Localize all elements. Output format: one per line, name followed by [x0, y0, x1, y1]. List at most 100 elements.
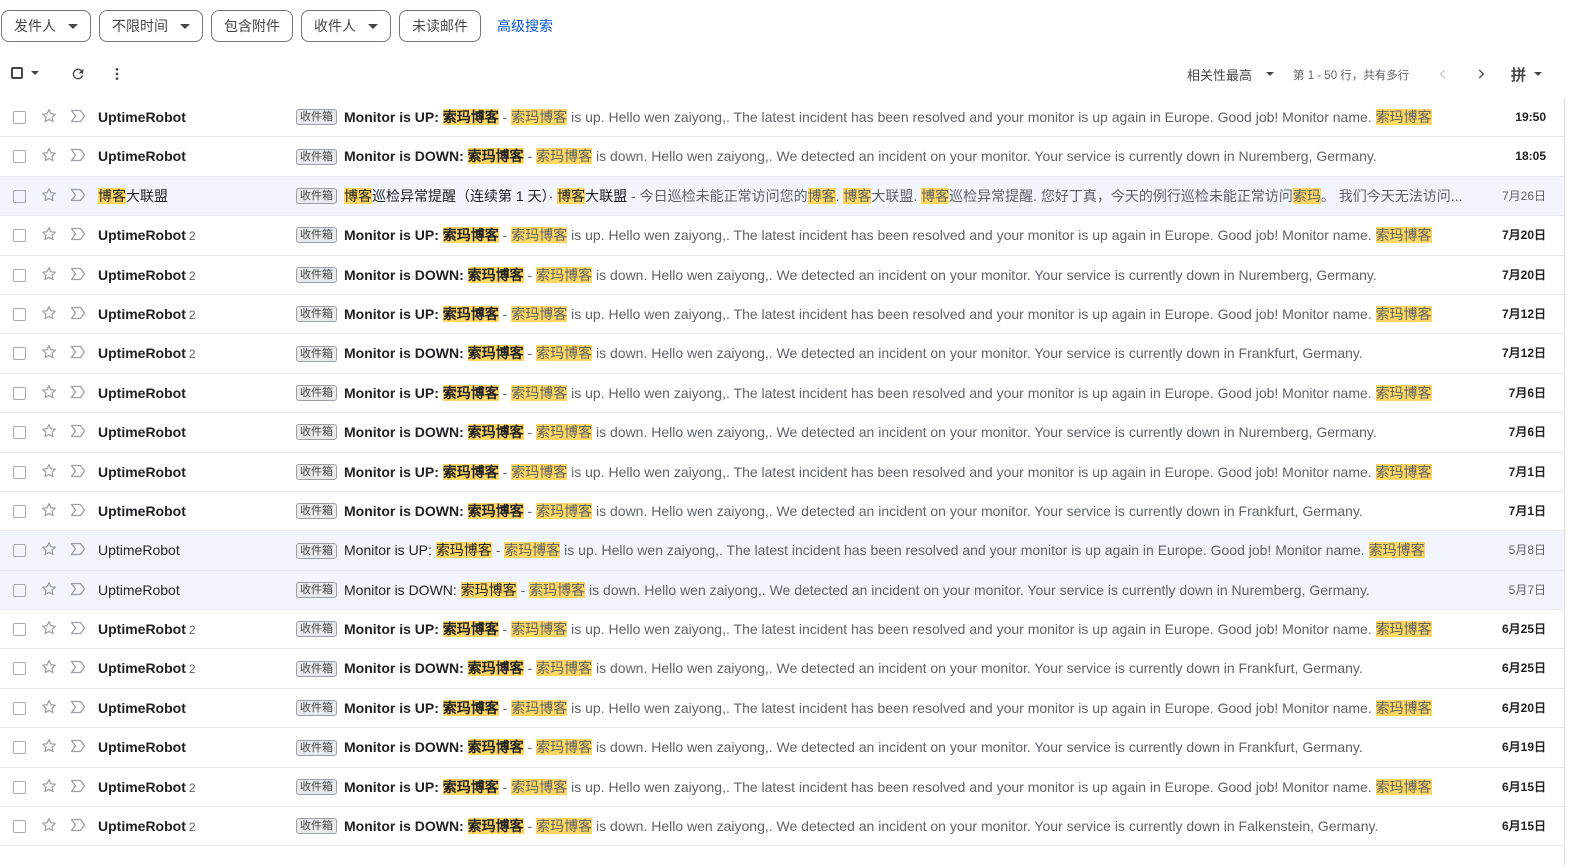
star-icon[interactable] — [40, 658, 58, 676]
email-date: 7月1日 — [1508, 464, 1546, 479]
importance-marker-icon[interactable] — [70, 621, 86, 635]
email-row[interactable]: UptimeRobot 收件箱 Monitor is DOWN: 索玛博客 - 索玛… — [0, 137, 1564, 177]
star-icon[interactable] — [40, 383, 58, 401]
input-tools-dropdown[interactable]: 拼 — [1511, 64, 1543, 84]
importance-marker-icon[interactable] — [70, 227, 86, 241]
row-checkbox[interactable] — [13, 741, 26, 755]
row-checkbox[interactable] — [13, 701, 26, 715]
email-row[interactable]: UptimeRobot 2 收件箱 Monitor is DOWN: 索玛博客 - 索… — [0, 255, 1564, 295]
email-row[interactable]: UptimeRobot 收件箱 Monitor is UP: 索玛博客 - 索玛博客… — [0, 531, 1564, 571]
star-icon[interactable] — [40, 619, 58, 637]
row-checkbox[interactable] — [13, 268, 26, 282]
row-checkbox[interactable] — [13, 307, 26, 321]
row-checkbox[interactable] — [13, 820, 26, 834]
filter-recipient-chip[interactable]: 收件人 — [301, 10, 391, 42]
star-icon[interactable] — [40, 501, 58, 519]
row-checkbox[interactable] — [13, 426, 26, 440]
importance-marker-icon[interactable] — [70, 582, 86, 596]
refresh-button[interactable] — [69, 65, 87, 83]
prev-page-button[interactable] — [1434, 65, 1452, 83]
filter-attachment-chip[interactable]: 包含附件 — [211, 10, 293, 42]
row-checkbox[interactable] — [13, 504, 26, 518]
star-icon[interactable] — [40, 816, 58, 834]
email-row[interactable]: UptimeRobot 2 收件箱 Monitor is UP: 索玛博客 - 索玛博… — [0, 767, 1564, 808]
row-checkbox[interactable] — [13, 347, 26, 361]
star-icon[interactable] — [40, 777, 58, 795]
email-row[interactable]: 博客大联盟 收件箱 博客巡检异常提醒（连续第 1 天）· 博客大联盟 - 今日巡检未… — [0, 176, 1564, 217]
row-checkbox[interactable] — [13, 544, 26, 558]
advanced-search-link[interactable]: 高级搜索 — [497, 16, 553, 36]
importance-marker-icon[interactable] — [70, 660, 86, 674]
importance-marker-icon[interactable] — [70, 385, 86, 399]
star-icon[interactable] — [40, 737, 58, 755]
star-icon[interactable] — [40, 146, 58, 164]
importance-marker-icon[interactable] — [70, 464, 86, 478]
email-snippet: - 索玛博客 is down. Hello wen zaiyong,. We d… — [523, 502, 1363, 519]
importance-marker-icon[interactable] — [70, 818, 86, 832]
row-checkbox[interactable] — [13, 150, 26, 164]
sort-dropdown[interactable]: 相关性最高 — [1187, 65, 1275, 83]
email-row[interactable]: UptimeRobot 收件箱 Monitor is UP: 索玛博客 - 索玛博客… — [0, 98, 1564, 138]
email-row[interactable]: UptimeRobot 收件箱 Monitor is DOWN: 索玛博客 - 索玛… — [0, 413, 1564, 453]
importance-marker-icon[interactable] — [70, 267, 86, 281]
email-content: 收件箱 Monitor is UP: 索玛博客 - 索玛博客 is up. Hel… — [296, 453, 1476, 492]
star-icon[interactable] — [40, 540, 58, 558]
email-row[interactable]: UptimeRobot 收件箱 Monitor is DOWN: 索玛博客 - 索玛… — [0, 491, 1564, 532]
row-checkbox[interactable] — [13, 229, 26, 243]
inbox-label-badge: 收件箱 — [296, 503, 337, 520]
email-row[interactable]: UptimeRobot 2 收件箱 Monitor is UP: 索玛博客 - 索玛博… — [0, 610, 1564, 650]
email-row[interactable]: UptimeRobot 收件箱 Monitor is UP: 索玛博客 - 索玛博客… — [0, 373, 1564, 414]
star-icon[interactable] — [40, 186, 58, 204]
row-checkbox[interactable] — [13, 386, 26, 400]
email-row[interactable]: UptimeRobot 收件箱 Monitor is DOWN: 索玛博客 - 索玛… — [0, 570, 1564, 611]
star-icon[interactable] — [40, 265, 58, 283]
email-row[interactable]: UptimeRobot 收件箱 Monitor is UP: 索玛博客 - 索玛博客… — [0, 452, 1564, 492]
row-checkbox[interactable] — [13, 465, 26, 479]
email-row[interactable]: UptimeRobot 2 收件箱 Monitor is UP: 索玛博客 - 索玛博… — [0, 216, 1564, 256]
email-row[interactable]: UptimeRobot 2 收件箱 Monitor is UP: 索玛博客 - 索玛博… — [0, 294, 1564, 335]
search-highlight: 索玛博客 — [511, 778, 568, 795]
email-row[interactable]: UptimeRobot 2 收件箱 Monitor is DOWN: 索玛博客 - 索… — [0, 334, 1564, 374]
row-checkbox[interactable] — [13, 111, 26, 124]
filter-time-chip[interactable]: 不限时间 — [99, 10, 203, 42]
importance-marker-icon[interactable] — [70, 739, 86, 753]
importance-marker-icon[interactable] — [70, 503, 86, 517]
row-checkbox[interactable] — [13, 662, 26, 676]
next-page-button[interactable] — [1472, 65, 1490, 83]
row-checkbox[interactable] — [13, 189, 26, 203]
search-highlight: 博客 — [557, 187, 586, 204]
star-icon[interactable] — [40, 107, 58, 125]
row-checkbox[interactable] — [13, 623, 26, 637]
scrollbar[interactable] — [1564, 98, 1590, 867]
star-icon[interactable] — [40, 304, 58, 322]
inbox-label-badge: 收件箱 — [296, 109, 337, 126]
filter-sender-chip[interactable]: 发件人 — [1, 10, 91, 42]
more-options-button[interactable] — [108, 65, 126, 83]
star-icon[interactable] — [40, 698, 58, 716]
search-highlight: 索玛博客 — [1375, 778, 1432, 795]
importance-marker-icon[interactable] — [70, 148, 86, 162]
star-icon[interactable] — [40, 422, 58, 440]
importance-marker-icon[interactable] — [70, 700, 86, 714]
importance-marker-icon[interactable] — [70, 542, 86, 556]
importance-marker-icon[interactable] — [70, 779, 86, 793]
email-row[interactable]: UptimeRobot 2 收件箱 Monitor is DOWN: 索玛博客 - 索… — [0, 649, 1564, 689]
email-row[interactable]: UptimeRobot 收件箱 Monitor is UP: 索玛博客 - 索玛博客… — [0, 688, 1564, 729]
email-row[interactable]: UptimeRobot 收件箱 Monitor is DOWN: 索玛博客 - 索玛… — [0, 728, 1564, 768]
importance-marker-icon[interactable] — [70, 345, 86, 359]
select-all-dropdown[interactable] — [11, 67, 39, 79]
star-icon[interactable] — [40, 462, 58, 480]
email-row[interactable]: UptimeRobot 2 收件箱 Monitor is DOWN: 索玛博客 - 索… — [0, 807, 1564, 847]
star-icon[interactable] — [40, 580, 58, 598]
star-icon[interactable] — [40, 225, 58, 243]
inbox-label-badge: 收件箱 — [296, 424, 337, 441]
star-icon[interactable] — [40, 343, 58, 361]
importance-marker-icon[interactable] — [70, 109, 86, 123]
filter-unread-chip[interactable]: 未读邮件 — [399, 10, 481, 42]
importance-marker-icon[interactable] — [70, 306, 86, 320]
importance-marker-icon[interactable] — [70, 424, 86, 438]
importance-marker-icon[interactable] — [70, 188, 86, 202]
row-checkbox[interactable] — [13, 583, 26, 597]
email-snippet: - 索玛博客 is down. Hello wen zaiyong,. We d… — [523, 818, 1379, 835]
row-checkbox[interactable] — [13, 780, 26, 794]
